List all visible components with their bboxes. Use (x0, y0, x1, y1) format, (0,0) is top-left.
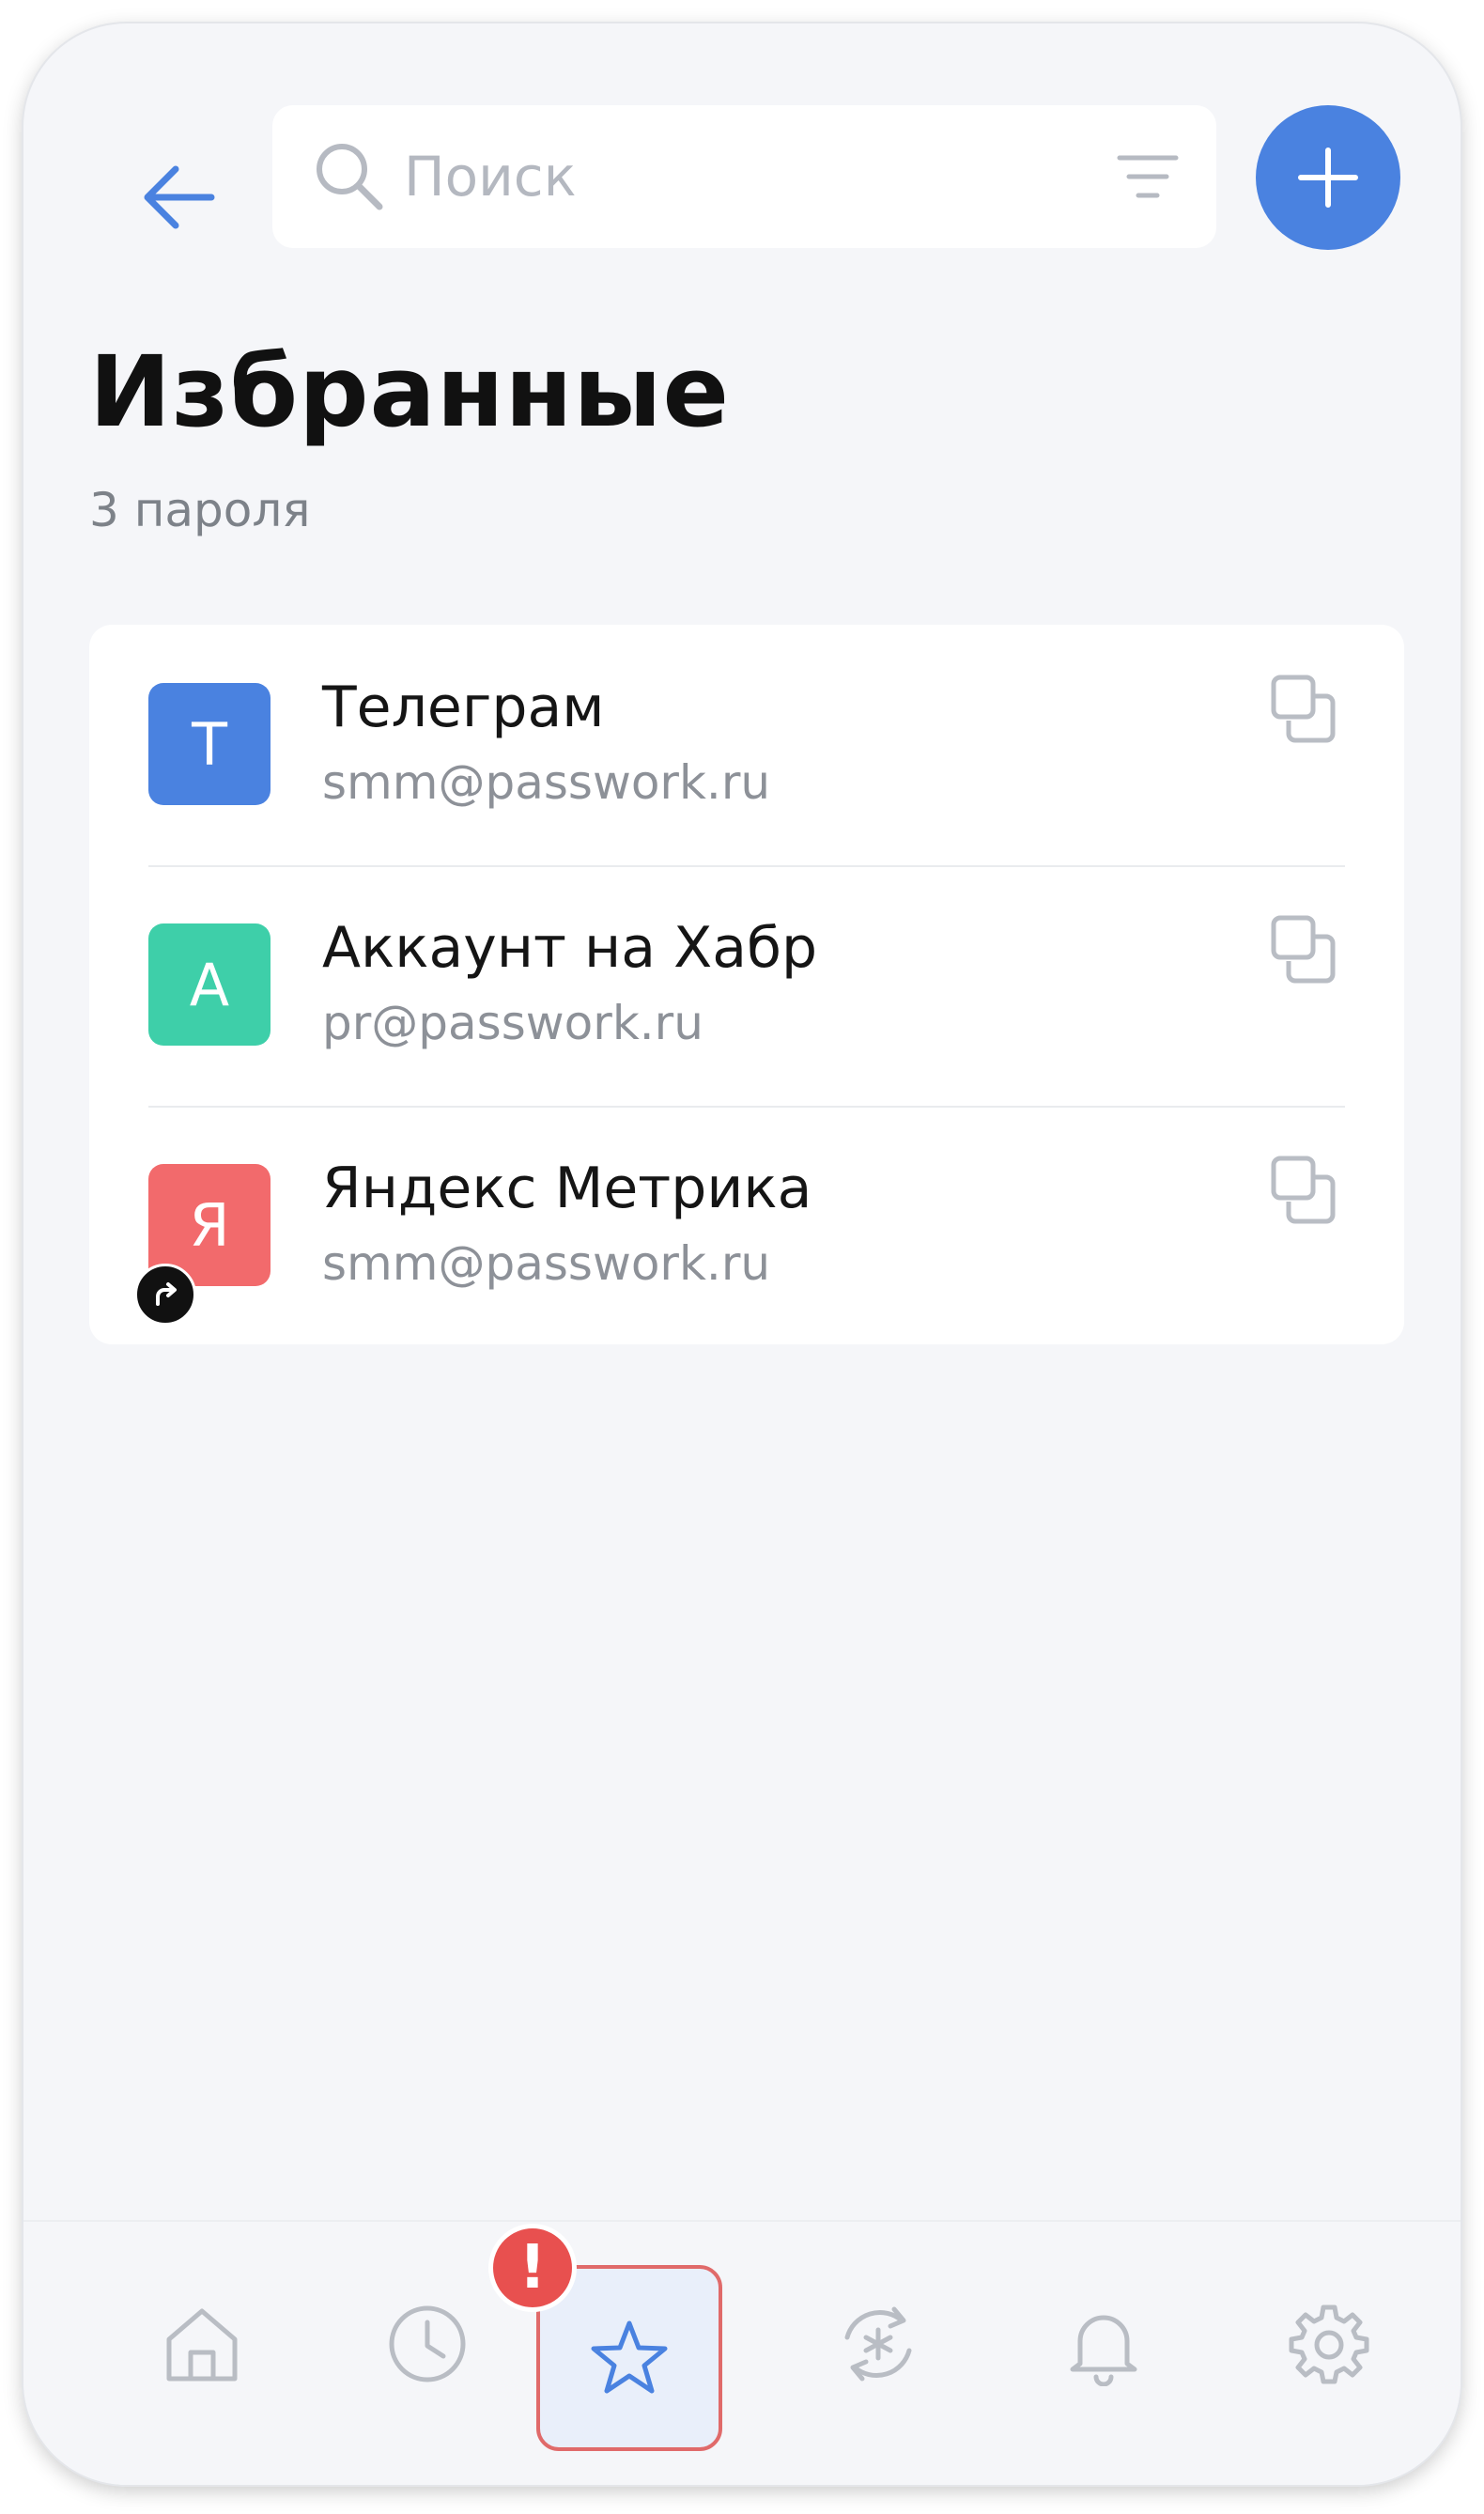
password-count: 3 пароля (89, 483, 311, 537)
avatar: Т (148, 683, 271, 805)
list-item[interactable]: Т Телеграм smm@passwork.ru (89, 625, 1404, 865)
gear-icon (1289, 2304, 1369, 2384)
search-icon (317, 144, 383, 210)
password-list: Т Телеграм smm@passwork.ru А Аккаунт на … (89, 625, 1404, 1344)
shared-badge (134, 1264, 196, 1326)
search-bar (272, 105, 1216, 248)
clock-icon (389, 2305, 466, 2382)
alert-badge: ! (488, 2224, 577, 2312)
arrow-left-icon (144, 165, 215, 229)
nav-settings[interactable] (1277, 2292, 1381, 2396)
item-title: Яндекс Метрика (322, 1156, 812, 1221)
avatar-letter: Я (189, 1190, 230, 1260)
item-login: smm@passwork.ru (322, 1236, 771, 1291)
nav-home[interactable] (150, 2292, 254, 2396)
page-title: Избранные (89, 334, 731, 449)
nav-recent[interactable] (376, 2292, 479, 2396)
item-title: Телеграм (322, 675, 605, 740)
back-button[interactable] (127, 146, 230, 249)
password-generator-icon (844, 2306, 912, 2382)
home-icon (166, 2308, 238, 2382)
list-item[interactable]: А Аккаунт на Хабр pr@passwork.ru (89, 865, 1404, 1106)
item-title: Аккаунт на Хабр (322, 915, 818, 981)
filter-icon[interactable] (1114, 150, 1182, 203)
copy-icon[interactable] (1268, 672, 1343, 747)
star-icon (591, 2320, 668, 2394)
copy-icon[interactable] (1268, 912, 1343, 987)
item-login: pr@passwork.ru (322, 996, 703, 1050)
avatar: А (148, 923, 271, 1046)
nav-generator[interactable] (827, 2292, 930, 2396)
plus-icon (1298, 147, 1358, 208)
bell-icon (1070, 2315, 1137, 2386)
item-login: smm@passwork.ru (322, 755, 771, 810)
list-item[interactable]: Я Яндекс Метрика smm@passwork.ru (89, 1106, 1404, 1346)
nav-notifications[interactable] (1052, 2292, 1155, 2396)
copy-icon[interactable] (1268, 1153, 1343, 1228)
add-button[interactable] (1256, 105, 1400, 250)
avatar-letter: Т (192, 709, 227, 779)
bottom-navigation (23, 2220, 1461, 2485)
search-input[interactable] (404, 130, 1061, 224)
avatar-letter: А (189, 950, 230, 1019)
app-screen: Избранные 3 пароля Т Телеграм smm@passwo… (23, 23, 1461, 2485)
share-arrow-icon (156, 1282, 177, 1306)
